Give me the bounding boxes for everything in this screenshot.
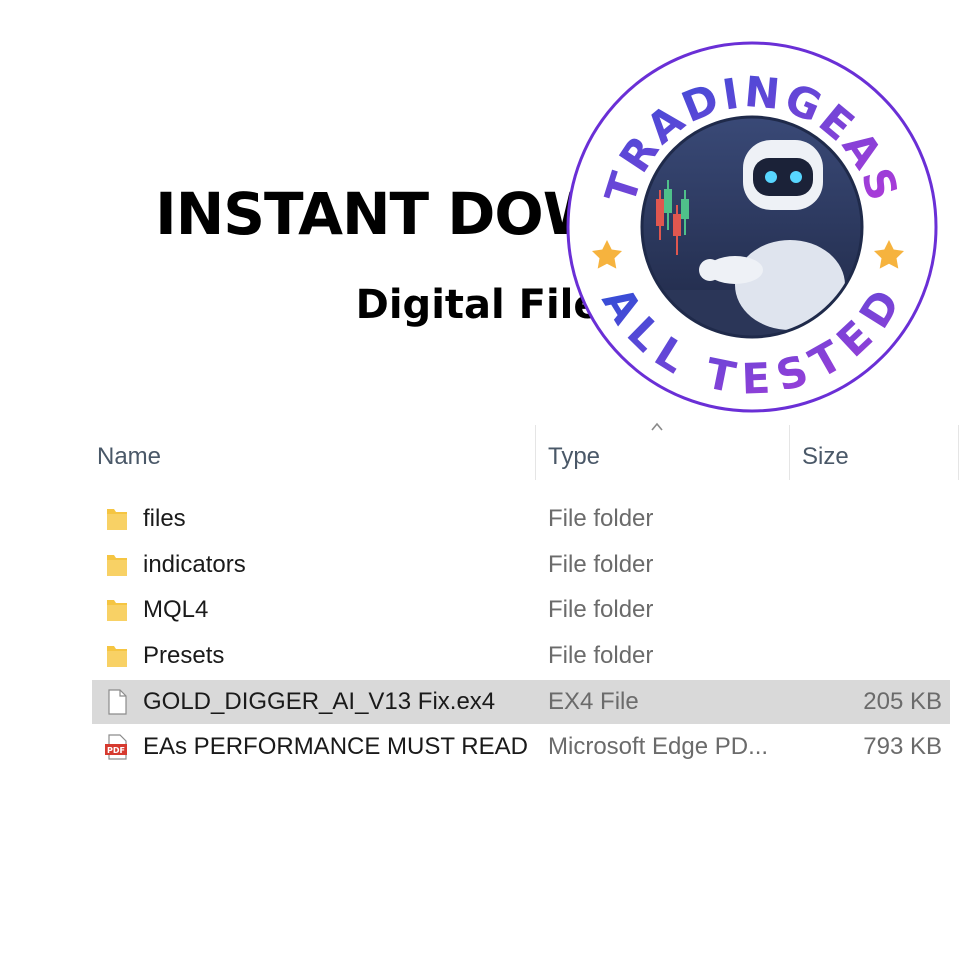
folder-icon [107, 600, 127, 621]
folder-icon [107, 509, 127, 530]
file-type: File folder [548, 505, 654, 532]
column-divider[interactable] [958, 425, 959, 480]
column-header-name[interactable]: Name [97, 437, 161, 477]
file-name: MQL4 [143, 596, 209, 623]
file-name: Presets [143, 642, 225, 669]
folder-icon [107, 646, 127, 667]
file-type: File folder [548, 642, 654, 669]
svg-text:PDF: PDF [107, 746, 125, 755]
file-icon [108, 689, 127, 715]
file-row-selected[interactable]: GOLD_DIGGER_AI_V13 Fix.ex4 EX4 File 205 … [92, 680, 950, 724]
column-divider[interactable] [789, 425, 790, 480]
file-type: EX4 File [548, 688, 639, 715]
file-type: Microsoft Edge PD... [548, 733, 769, 760]
file-row[interactable]: MQL4 File folder [92, 588, 950, 632]
file-size: 205 KB [863, 688, 942, 715]
file-name: files [143, 505, 186, 532]
sort-up-icon[interactable] [651, 421, 663, 433]
pdf-icon: PDF [105, 734, 127, 760]
badge-seal-graphic: TRADINGEAS ALL TESTED [566, 41, 938, 413]
column-header-type[interactable]: Type [548, 437, 600, 477]
column-header-size[interactable]: Size [802, 437, 849, 477]
file-type: File folder [548, 596, 654, 623]
file-type: File folder [548, 551, 654, 578]
tradingeas-badge: TRADINGEAS ALL TESTED [565, 40, 940, 415]
folder-icon [107, 555, 127, 576]
file-row[interactable]: indicators File folder [92, 543, 950, 587]
file-row[interactable]: Presets File folder [92, 634, 950, 678]
column-divider[interactable] [535, 425, 536, 480]
file-name: indicators [143, 551, 246, 578]
file-size: 793 KB [863, 733, 942, 760]
file-row[interactable]: files File folder [92, 497, 950, 541]
file-row[interactable]: PDF EAs PERFORMANCE MUST READ Microsoft … [92, 725, 950, 769]
file-name: GOLD_DIGGER_AI_V13 Fix.ex4 [143, 688, 496, 715]
file-name: EAs PERFORMANCE MUST READ [143, 733, 528, 760]
